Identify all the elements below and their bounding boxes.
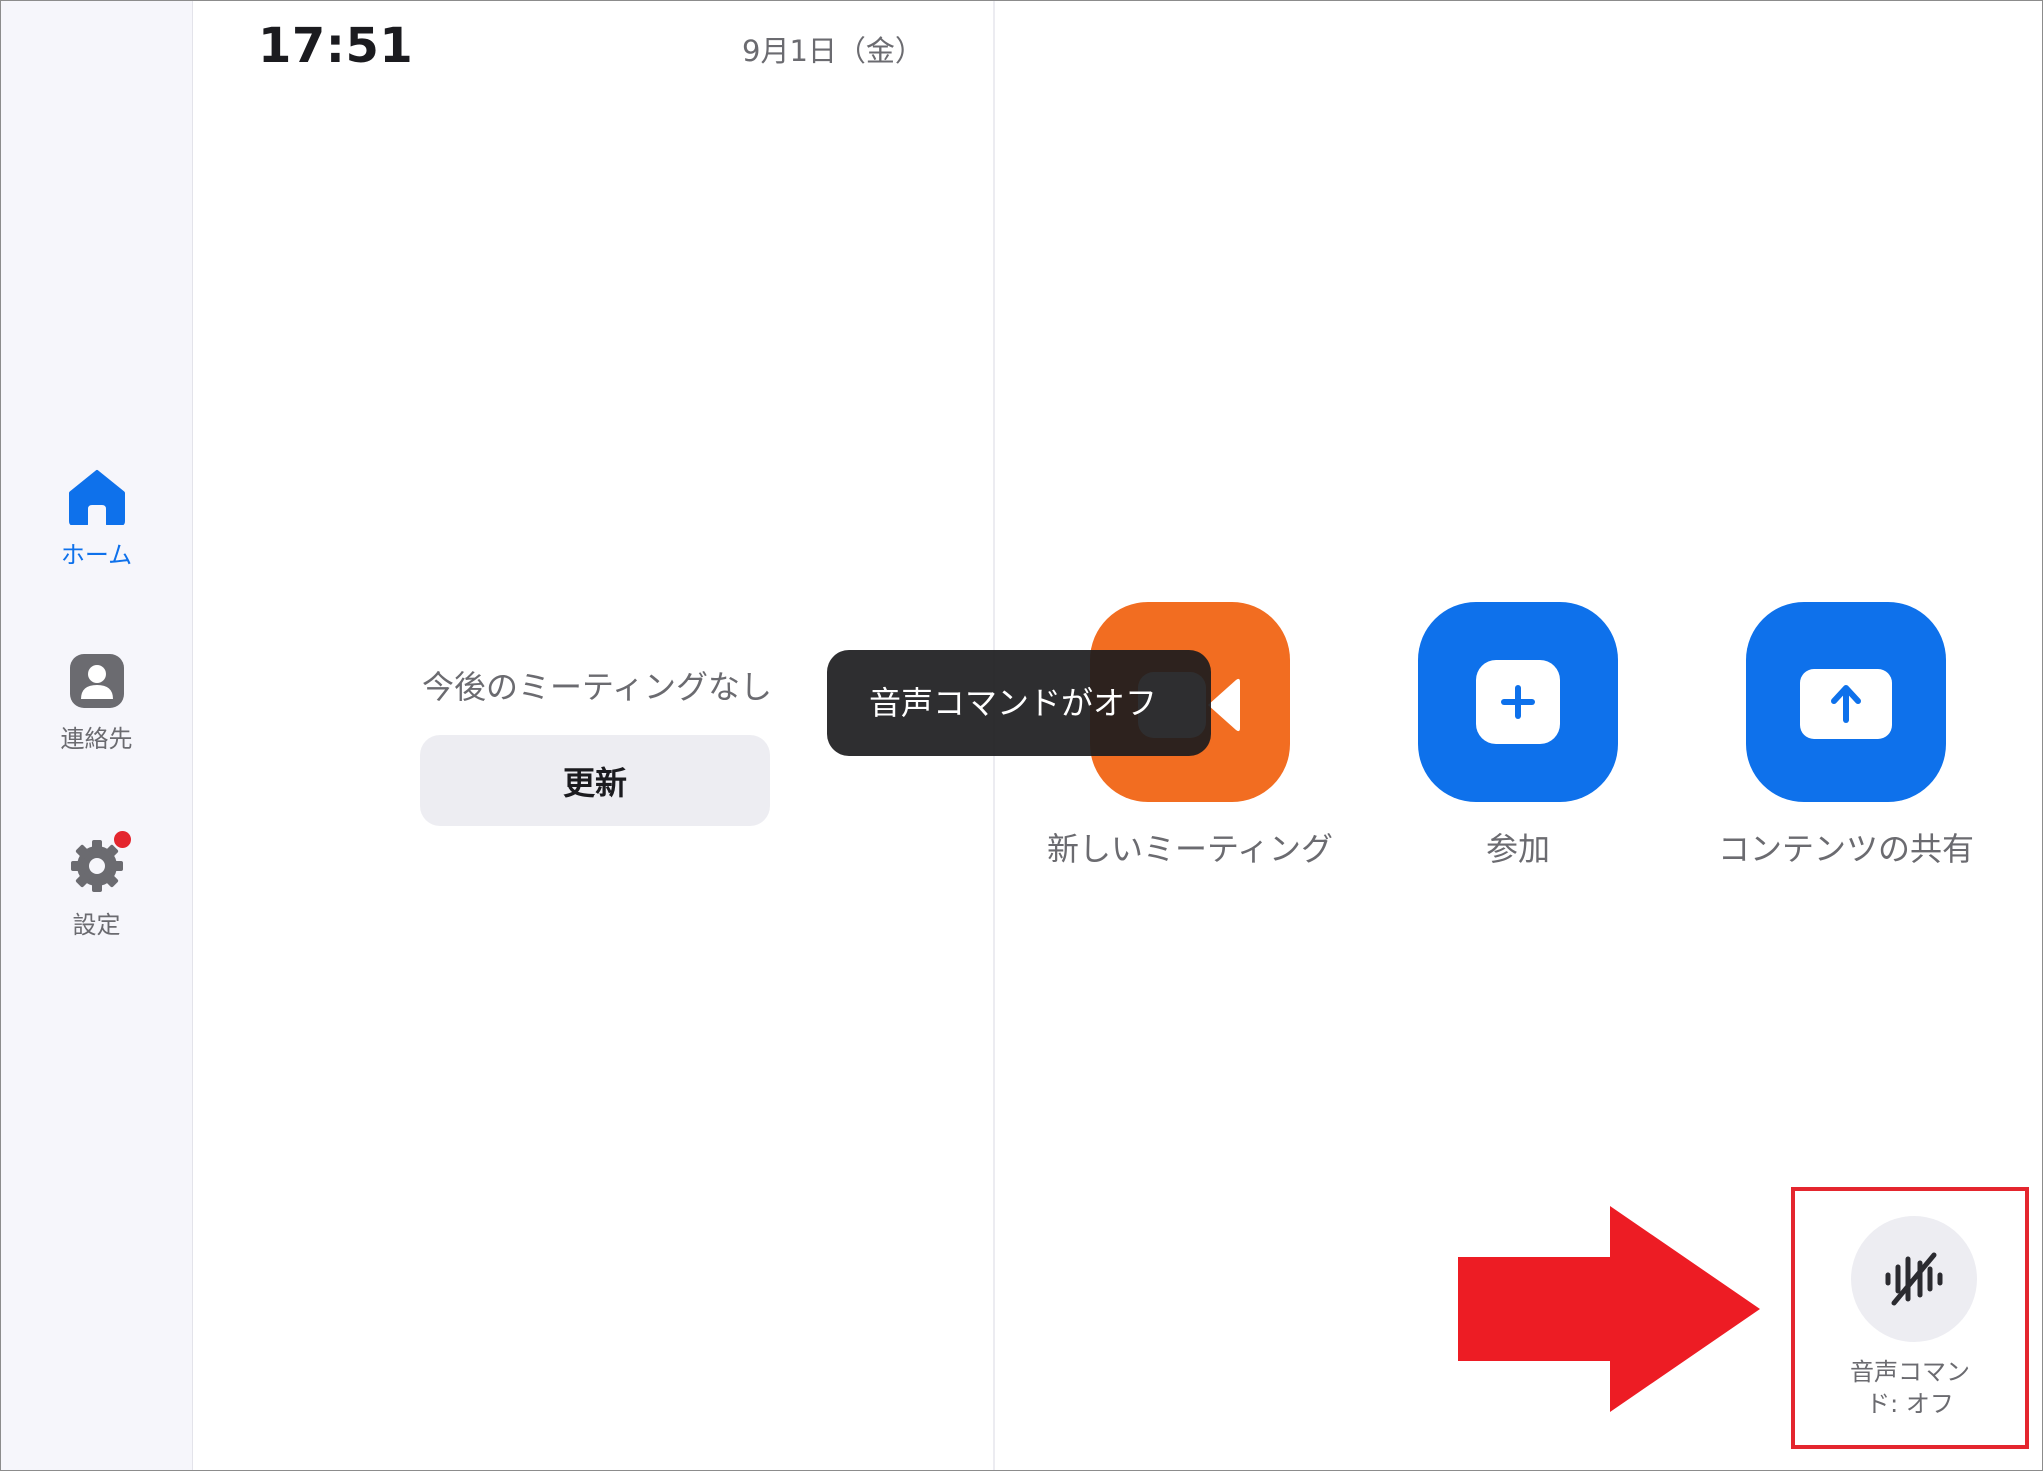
plus-icon <box>1476 660 1560 744</box>
date-label: 9月1日（金） <box>742 34 924 68</box>
sidebar-item-settings[interactable]: 設定 <box>1 829 192 940</box>
refresh-button[interactable]: 更新 <box>420 735 770 826</box>
action-label: 参加 <box>1485 830 1550 868</box>
video-camera-lens-icon <box>1208 678 1240 732</box>
sidebar-item-label: 連絡先 <box>60 725 133 753</box>
sidebar-item-contacts[interactable]: 連絡先 <box>1 653 192 754</box>
action-label: コンテンツの共有 <box>1717 830 1974 868</box>
notification-badge <box>112 829 133 850</box>
share-upload-icon <box>1800 669 1892 739</box>
empty-schedule-text: 今後のミーティングなし <box>421 668 773 706</box>
share-content-button[interactable]: コンテンツの共有 <box>1691 602 2001 870</box>
home-icon <box>68 470 125 525</box>
clock-time: 17:51 <box>258 18 414 74</box>
voice-command-label-line2: ド: オフ <box>1866 1390 1954 1418</box>
join-tile <box>1418 602 1618 802</box>
voice-command-tooltip: 音声コマンドがオフ <box>827 650 1211 756</box>
sidebar: ホーム 連絡先 設定 <box>1 1 193 1470</box>
voice-command-label: 音声コマン ド: オフ <box>1800 1356 2020 1420</box>
voice-command-label-line1: 音声コマン <box>1850 1358 1970 1386</box>
sidebar-item-label: ホーム <box>60 541 133 569</box>
action-label: 新しいミーティング <box>1046 830 1334 868</box>
annotation-arrow-icon <box>1458 1206 1760 1412</box>
contact-icon <box>69 654 124 708</box>
join-button[interactable]: 参加 <box>1363 602 1673 870</box>
sidebar-item-home[interactable]: ホーム <box>1 469 192 570</box>
voice-command-button[interactable] <box>1851 1216 1977 1342</box>
sidebar-item-label: 設定 <box>72 911 121 939</box>
share-content-tile <box>1746 602 1946 802</box>
voice-off-icon <box>1885 1252 1943 1306</box>
